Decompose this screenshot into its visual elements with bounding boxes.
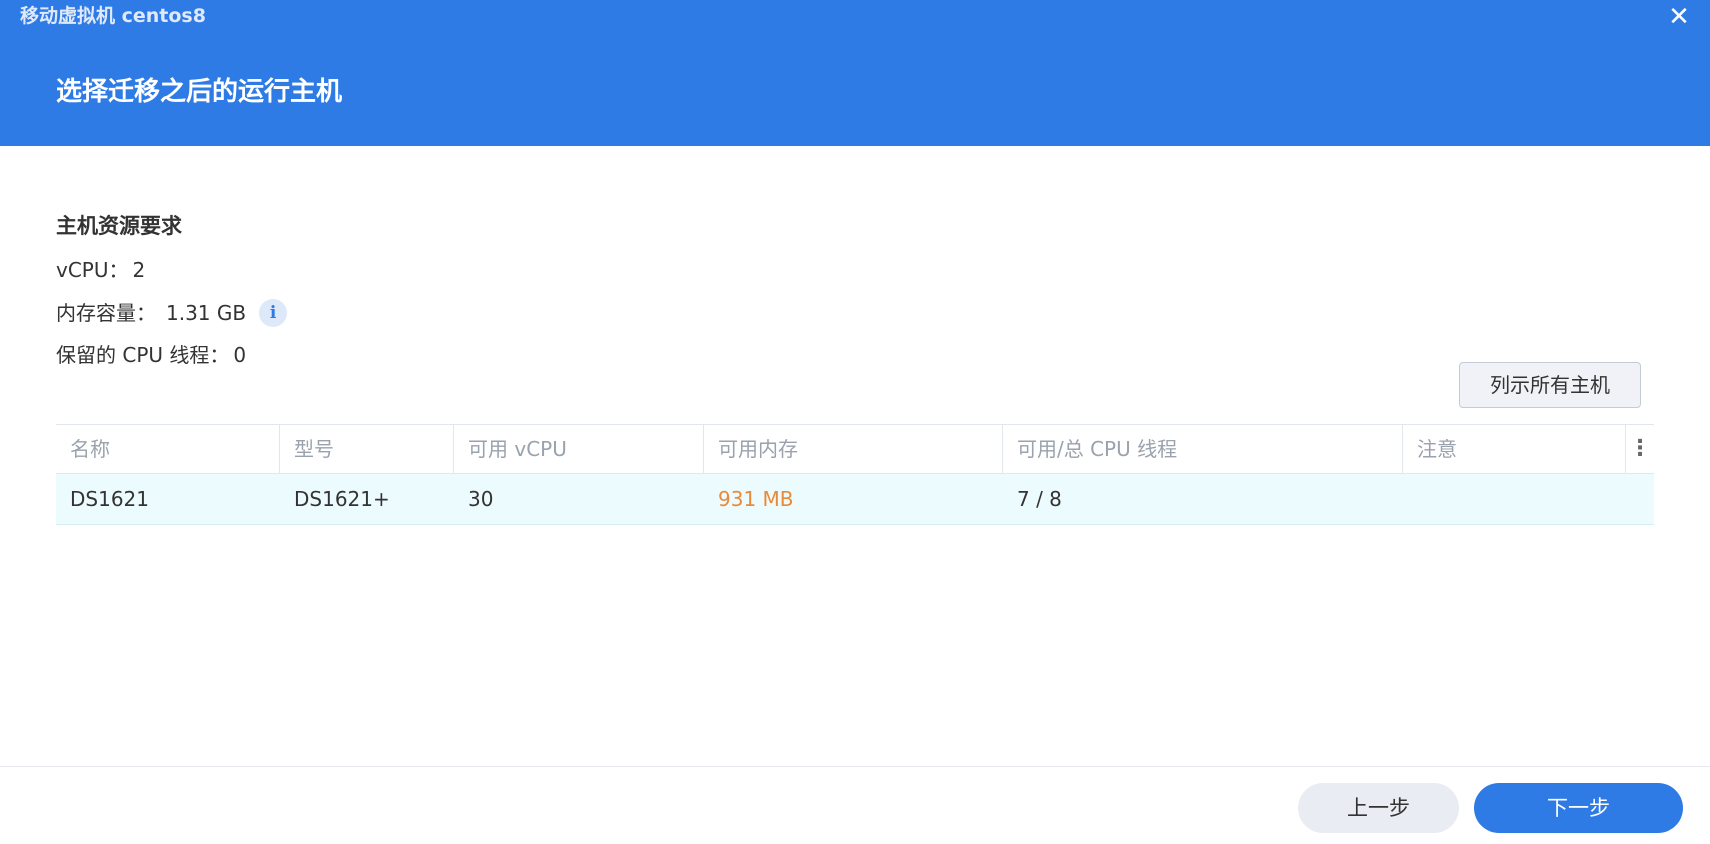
step-title: 选择迁移之后的运行主机 [56,77,343,107]
memory-requirement: 内存容量： 1.31 GB i [56,299,288,327]
vcpu-value: 2 [132,258,146,282]
footer-divider [0,766,1710,767]
window-title: 移动虚拟机 centos8 [20,5,206,27]
move-vm-dialog: 移动虚拟机 centos8 ✕ 选择迁移之后的运行主机 主机资源要求 vCPU：… [0,0,1710,844]
vcpu-label: vCPU： [56,258,129,282]
requirements-title: 主机资源要求 [56,214,182,238]
column-header-vcpu[interactable]: 可用 vCPU [454,425,704,473]
column-header-threads[interactable]: 可用/总 CPU 线程 [1003,425,1403,473]
reserved-threads-requirement: 保留的 CPU 线程： 0 [56,341,246,369]
vcpu-requirement: vCPU： 2 [56,256,145,284]
list-all-hosts-button[interactable]: 列示所有主机 [1459,362,1641,408]
next-step-button[interactable]: 下一步 [1474,783,1683,833]
memory-value: 1.31 GB [166,301,247,325]
cell-note [1403,474,1626,524]
dialog-header: 移动虚拟机 centos8 ✕ 选择迁移之后的运行主机 [0,0,1710,146]
previous-step-button[interactable]: 上一步 [1298,783,1459,833]
column-header-model[interactable]: 型号 [280,425,454,473]
info-icon[interactable]: i [259,299,288,327]
column-header-note[interactable]: 注意 [1403,425,1626,473]
cell-vcpu: 30 [468,487,494,511]
table-row[interactable]: DS1621 DS1621+ 30 931 MB 7 / 8 [56,474,1654,525]
close-icon[interactable]: ✕ [1664,2,1694,32]
reserved-label: 保留的 CPU 线程： [56,343,230,367]
column-header-memory[interactable]: 可用内存 [704,425,1003,473]
memory-label: 内存容量： [56,301,156,325]
cell-memory: 931 MB [718,487,794,511]
cell-name: DS1621 [70,487,149,511]
cell-model: DS1621+ [294,487,390,511]
column-header-name[interactable]: 名称 [56,425,280,473]
cell-threads: 7 / 8 [1017,487,1062,511]
host-table: 名称 型号 可用 vCPU 可用内存 可用/总 CPU 线程 注意 ⋮ DS16… [56,424,1654,525]
table-header: 名称 型号 可用 vCPU 可用内存 可用/总 CPU 线程 注意 ⋮ [56,424,1654,474]
reserved-value: 0 [233,343,247,367]
column-menu-icon[interactable]: ⋮ [1626,425,1654,473]
